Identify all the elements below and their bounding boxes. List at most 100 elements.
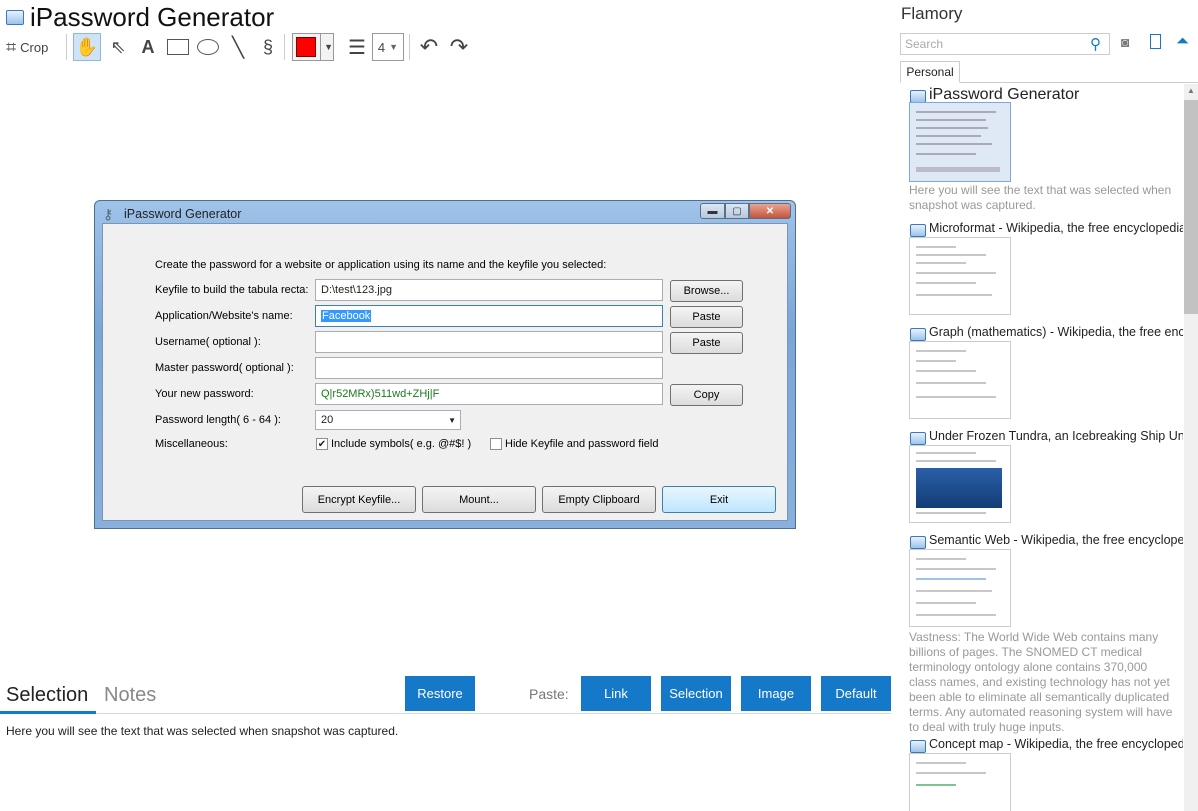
sidebar-title: Flamory (901, 4, 963, 23)
paste-selection-button[interactable]: Selection (661, 676, 731, 711)
mount-button: Mount... (422, 486, 536, 513)
empty-clipboard-button: Empty Clipboard (542, 486, 656, 513)
snapshot-image: ⚷ iPassword Generator ▬ ▢ ✕ Create the p… (94, 200, 796, 529)
copy-button: Copy (670, 384, 743, 406)
crop-button[interactable]: ⌗ Crop (6, 33, 60, 61)
intro-text: Create the password for a website or app… (155, 259, 607, 271)
thumbnail (909, 753, 1011, 811)
include-symbols-label: Include symbols( e.g. @#$! ) (331, 438, 472, 450)
rectangle-icon (167, 39, 189, 55)
close-icon: ✕ (749, 203, 791, 219)
paste-default-button[interactable]: Default (821, 676, 891, 711)
hand-tool-button[interactable]: ✋ (73, 33, 101, 61)
restore-button[interactable]: Restore (405, 676, 475, 711)
window-icon (910, 740, 926, 753)
list-item-title: Microformat - Wikipedia, the free encycl… (929, 221, 1183, 235)
chevron-down-icon: ▼ (448, 415, 456, 425)
search-input[interactable]: Search (900, 33, 1110, 55)
toolbar-divider (284, 34, 285, 60)
camera-icon[interactable]: ◙ (1121, 34, 1129, 50)
scroll-up-icon[interactable]: ▲ (1184, 86, 1198, 95)
list-item-title: Under Frozen Tundra, an Icebreaking Ship… (929, 429, 1183, 443)
paste-button: Paste (670, 332, 743, 354)
search-icon[interactable]: ⚲ (1090, 35, 1101, 53)
scrollbar-thumb[interactable] (1184, 100, 1198, 314)
ellipse-icon (197, 39, 219, 55)
password-length-select: 20 ▼ (315, 410, 461, 430)
photo-icon (916, 468, 1002, 508)
redo-icon: ↷ (449, 34, 469, 59)
thumbnail (909, 445, 1011, 523)
hide-keyfile-label: Hide Keyfile and password field (505, 438, 659, 450)
chevron-down-icon: ▼ (389, 42, 399, 52)
cursor-arrow-icon: ⇖ (110, 36, 126, 57)
select-tool-button[interactable]: ⇖ (106, 33, 130, 61)
username-label: Username( optional ): (155, 336, 261, 348)
color-picker-button[interactable]: ▼ (292, 33, 334, 61)
new-password-field: Q|r52MRx)511wd+ZHj|F (315, 383, 663, 405)
redo-button[interactable]: ↷ (446, 33, 472, 61)
window-icon (910, 224, 926, 237)
new-password-label: Your new password: (155, 388, 254, 400)
crop-icon: ⌗ (6, 36, 17, 57)
master-password-label: Master password( optional ): (155, 362, 294, 374)
ellipse-tool-button[interactable] (196, 33, 220, 61)
minimize-icon: ▬ (700, 203, 725, 219)
crop-label: Crop (20, 39, 49, 55)
exit-button: Exit (662, 486, 776, 513)
tab-divider (0, 713, 891, 714)
thumbnail (909, 102, 1011, 182)
rectangle-tool-button[interactable] (166, 33, 190, 61)
list-item-description: Vastness: The World Wide Web contains ma… (909, 630, 1173, 734)
key-icon: ⚷ (103, 206, 114, 222)
chevron-down-icon: ▼ (320, 34, 333, 60)
list-item-title: Graph (mathematics) - Wikipedia, the fre… (929, 325, 1183, 339)
line-width-value: 4 (377, 39, 386, 55)
encrypt-keyfile-button: Encrypt Keyfile... (302, 486, 416, 513)
app-name-label: Application/Website's name: (155, 310, 293, 322)
app-window-icon (6, 10, 24, 25)
toolbar-divider (409, 34, 410, 60)
selection-text[interactable]: Here you will see the text that was sele… (6, 724, 398, 738)
paste-link-button[interactable]: Link (581, 676, 651, 711)
list-item-description: Here you will see the text that was sele… (909, 183, 1172, 212)
username-field (315, 331, 663, 353)
line-tool-button[interactable]: ╲ (226, 33, 250, 61)
line-icon: ╲ (231, 36, 245, 59)
paste-label: Paste: (529, 686, 569, 702)
paste-image-button[interactable]: Image (741, 676, 811, 711)
checkbox-unchecked-icon (490, 438, 502, 450)
active-tab-indicator (0, 711, 96, 714)
keyfile-label: Keyfile to build the tabula recta: (155, 284, 309, 296)
app-name-value: Facebook (321, 310, 372, 322)
password-length-value: 20 (321, 414, 334, 426)
checkbox-checked-icon: ✔ (316, 438, 328, 450)
page-icon[interactable] (1150, 34, 1161, 49)
keyfile-field: D:\test\123.jpg (315, 279, 663, 301)
window-icon (910, 432, 926, 445)
password-length-label: Password length( 6 - 64 ): (155, 414, 281, 426)
tab-personal[interactable]: Personal (900, 61, 960, 83)
master-password-field (315, 357, 663, 379)
list-item-title: Concept map - Wikipedia, the free encycl… (929, 737, 1183, 751)
thumbnail (909, 341, 1011, 419)
snapshot-window-title: iPassword Generator (124, 207, 242, 221)
line-width-select[interactable]: 4 ▼ (372, 33, 404, 61)
color-swatch (296, 37, 317, 57)
window-icon (910, 536, 926, 549)
tab-notes[interactable]: Notes (104, 684, 156, 707)
paste-button: Paste (670, 306, 743, 328)
list-item-title: Semantic Web - Wikipedia, the free encyc… (929, 533, 1183, 547)
tab-selection[interactable]: Selection (6, 684, 88, 707)
undo-icon: ↶ (419, 34, 439, 59)
tab-divider (959, 82, 1198, 83)
hand-icon: ✋ (75, 36, 99, 57)
collapse-icon[interactable]: ⏶ (1176, 33, 1189, 51)
text-tool-button[interactable]: A (137, 33, 159, 61)
snapshot-list: iPassword Generator Here you will see th… (900, 84, 1183, 811)
toolbar-divider (66, 34, 67, 60)
undo-button[interactable]: ↶ (416, 33, 442, 61)
text-icon: A (141, 36, 155, 57)
page-title: iPassword Generator (30, 2, 275, 32)
freehand-tool-button[interactable]: § (256, 33, 280, 61)
